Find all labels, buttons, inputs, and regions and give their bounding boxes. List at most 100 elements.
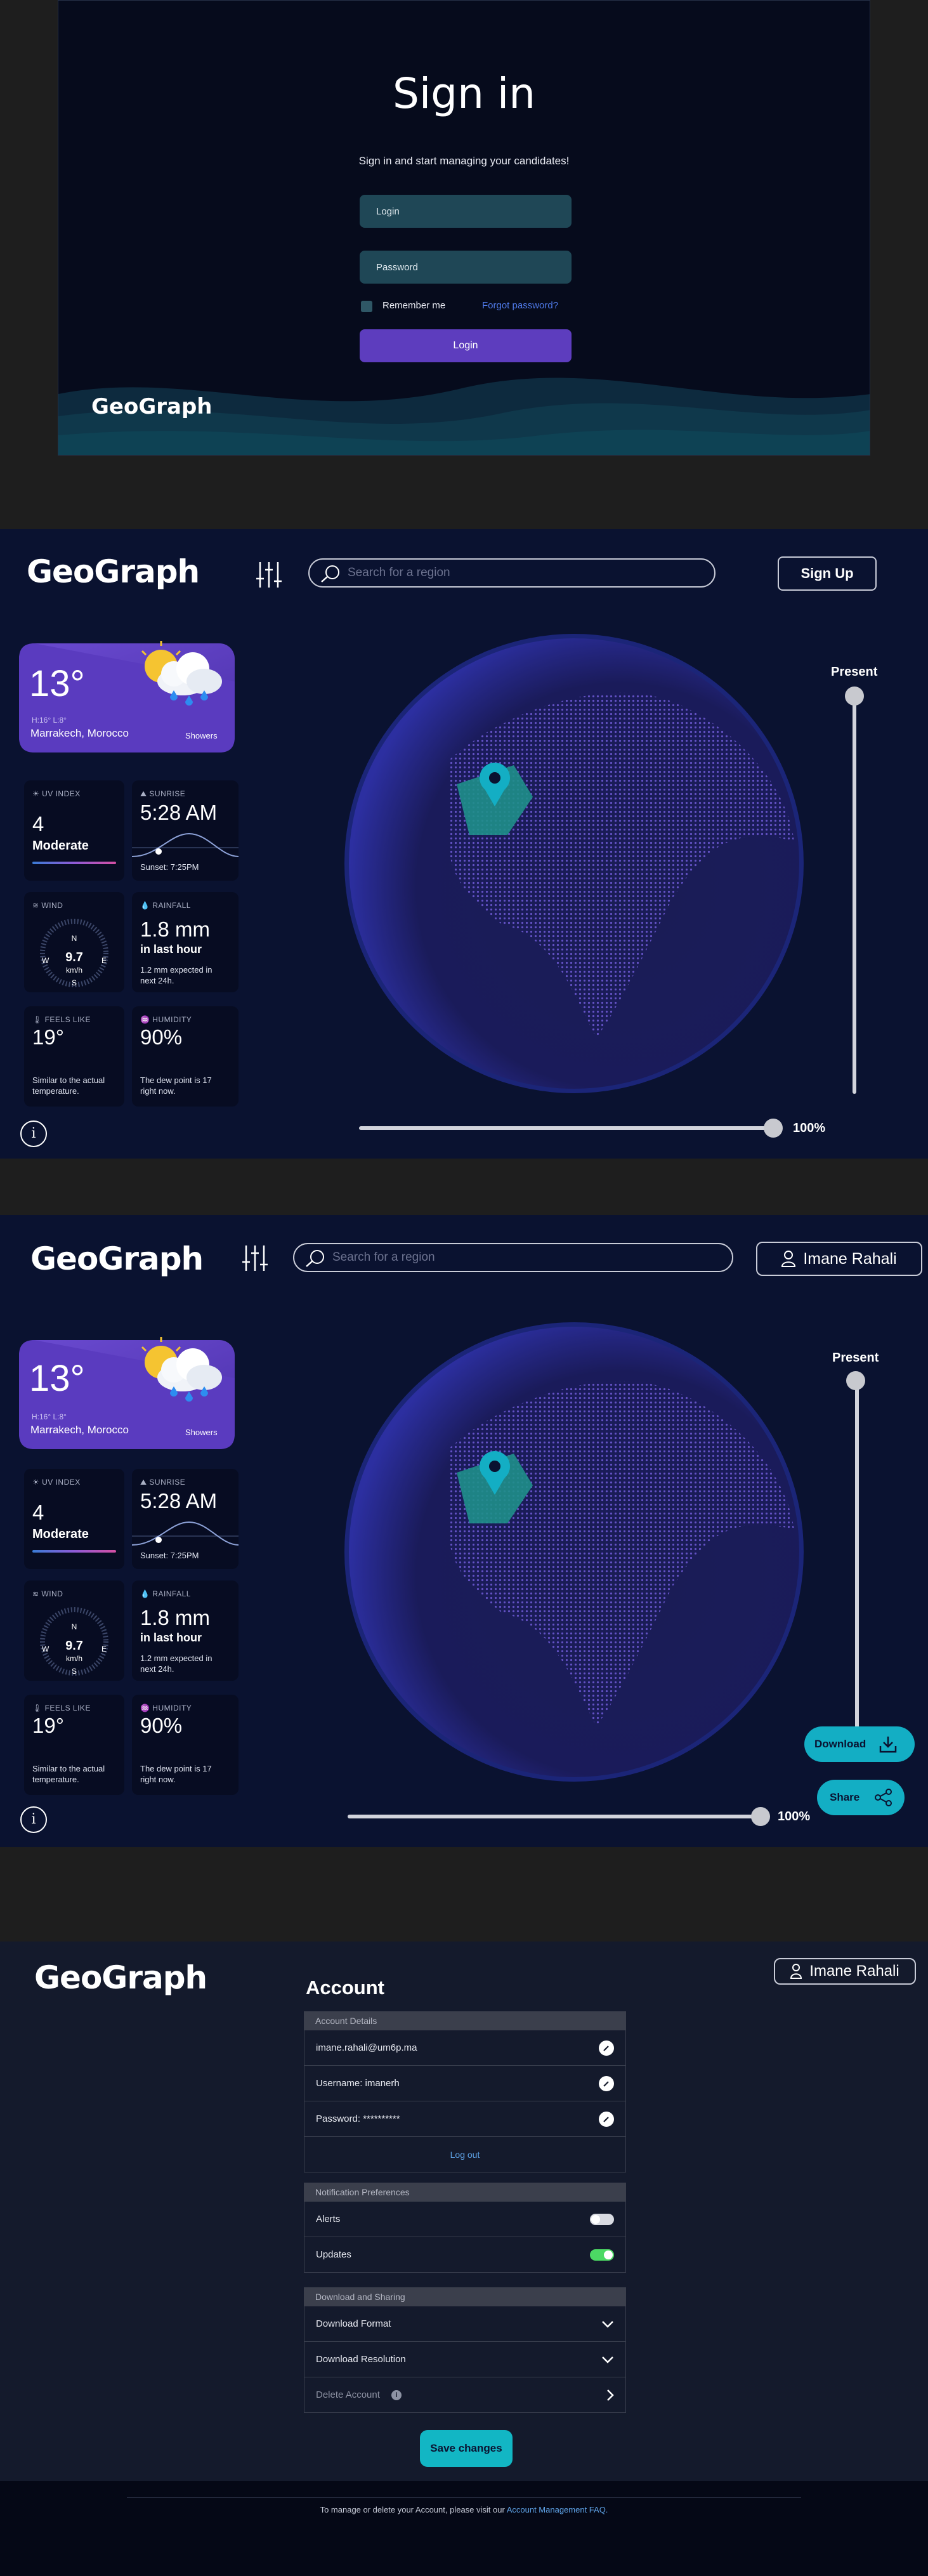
faq-link[interactable]: Account Management FAQ.: [507, 2505, 608, 2514]
signup-button[interactable]: Sign Up: [778, 556, 877, 591]
share-button[interactable]: Share: [817, 1780, 905, 1815]
weather-location: Marrakech, Morocco: [30, 1424, 129, 1436]
chevron-down-icon: [602, 2356, 613, 2363]
sunset-time: Sunset: 7:25PM: [140, 862, 199, 872]
info-icon[interactable]: i: [391, 2389, 402, 2400]
time-slider-knob[interactable]: [845, 687, 864, 706]
user-name: Imane Rahali: [803, 1249, 897, 1268]
humidity-value: 90%: [140, 1714, 183, 1737]
wind-speed: 9.7: [65, 950, 83, 964]
wind-unit: km/h: [65, 1654, 82, 1663]
edit-icon[interactable]: [599, 2111, 614, 2127]
weather-temp: 13°: [29, 663, 85, 704]
filter-icon[interactable]: [254, 560, 284, 590]
save-changes-button[interactable]: Save changes: [420, 2430, 513, 2467]
signin-subtitle: Sign in and start managing your candidat…: [358, 155, 570, 167]
user-menu-button[interactable]: Imane Rahali: [756, 1242, 922, 1276]
humidity-icon: ♒: [140, 1704, 153, 1712]
feels-like-label: 🌡 FEELS LIKE: [32, 1704, 91, 1712]
weather-condition: Showers: [185, 1428, 218, 1437]
search-icon: [321, 565, 339, 582]
email-value: imane.rahali@um6p.ma: [316, 2042, 417, 2053]
humidity-value: 90%: [140, 1025, 183, 1049]
logout-row: Log out: [304, 2137, 626, 2172]
signin-frame: Sign in Sign in and start managing your …: [58, 0, 870, 456]
rainfall-note: 1.2 mm expected in next 24h.: [140, 1653, 212, 1674]
search-input[interactable]: [332, 1251, 732, 1265]
rainfall-period: in last hour: [140, 1631, 202, 1644]
alerts-row: Alerts: [304, 2202, 626, 2237]
password-row: Password: **********: [304, 2101, 626, 2137]
user-icon: [790, 1964, 802, 1979]
sun-path-graph: [132, 832, 239, 857]
weather-temp: 13°: [29, 1358, 85, 1399]
rainfall-amount: 1.8 mm: [140, 1606, 211, 1629]
updates-row: Updates: [304, 2237, 626, 2273]
feels-like-tile: 🌡 FEELS LIKE 19° Similar to the actual t…: [24, 1006, 124, 1107]
feels-like-value: 19°: [32, 1714, 64, 1737]
remember-label: Remember me: [382, 300, 446, 311]
rainfall-note: 1.2 mm expected in next 24h.: [140, 965, 212, 985]
chevron-down-icon: [602, 2320, 613, 2328]
search-input[interactable]: [348, 566, 714, 580]
info-icon[interactable]: i: [20, 1806, 47, 1833]
time-slider[interactable]: [853, 694, 856, 1094]
download-sharing-panel: Download and Sharing Download Format Dow…: [304, 2287, 626, 2413]
globe[interactable]: [343, 632, 806, 1095]
humidity-tile: ♒ HUMIDITY 90% The dew point is 17 right…: [132, 1006, 239, 1107]
alerts-toggle[interactable]: [590, 2213, 614, 2225]
forgot-password-link[interactable]: Forgot password?: [482, 300, 558, 311]
remember-checkbox[interactable]: [361, 301, 372, 312]
delete-account-row[interactable]: Delete Account i: [304, 2377, 626, 2413]
search-bar[interactable]: [308, 558, 716, 588]
showers-icon: [141, 641, 222, 706]
wind-icon: ≋: [32, 1589, 42, 1598]
download-resolution-row[interactable]: Download Resolution: [304, 2342, 626, 2377]
edit-icon[interactable]: [599, 2075, 614, 2091]
zoom-slider[interactable]: [348, 1815, 762, 1818]
wind-tile: ≋ WIND N S W E 9.7 km/h: [24, 1580, 124, 1681]
password-field[interactable]: [360, 251, 572, 284]
download-button[interactable]: Download: [804, 1726, 915, 1762]
updates-toggle[interactable]: [590, 2249, 614, 2261]
sunrise-tile: ⛰ SUNRISE 5:28 AM Sunset: 7:25PM: [132, 1469, 239, 1569]
weather-hilo: H:16° L:8°: [32, 716, 67, 725]
sunrise-time: 5:28 AM: [140, 801, 218, 824]
humidity-note: The dew point is 17 right now.: [140, 1075, 212, 1096]
filter-icon[interactable]: [240, 1243, 270, 1273]
feels-like-value: 19°: [32, 1025, 64, 1049]
account-details-panel: Account Details imane.rahali@um6p.ma Use…: [304, 2011, 626, 2172]
uv-label: ☀ UV INDEX: [32, 789, 81, 798]
account-title: Account: [306, 1976, 384, 1999]
zoom-slider[interactable]: [359, 1126, 774, 1130]
download-sharing-header: Download and Sharing: [304, 2287, 626, 2306]
time-slider[interactable]: [855, 1379, 859, 1748]
rainfall-label: 💧 RAINFALL: [140, 901, 191, 910]
login-field[interactable]: [360, 195, 572, 228]
uv-level: Moderate: [32, 1527, 89, 1541]
download-resolution-label: Download Resolution: [316, 2354, 406, 2365]
login-button[interactable]: Login: [360, 329, 572, 362]
download-format-row[interactable]: Download Format: [304, 2306, 626, 2342]
user-menu-button[interactable]: Imane Rahali: [774, 1958, 916, 1985]
alerts-label: Alerts: [316, 2214, 341, 2224]
edit-icon[interactable]: [599, 2040, 614, 2056]
time-slider-knob[interactable]: [846, 1371, 865, 1390]
weather-hilo: H:16° L:8°: [32, 1412, 67, 1421]
zoom-slider-knob[interactable]: [764, 1119, 783, 1138]
globe[interactable]: [343, 1320, 806, 1784]
logout-link[interactable]: Log out: [450, 2150, 480, 2160]
footer-text: To manage or delete your Account, please…: [320, 2505, 608, 2514]
delete-account-label: Delete Account: [316, 2389, 380, 2400]
compass-south: S: [71, 978, 77, 987]
sunrise-label: ⛰ SUNRISE: [140, 789, 186, 798]
wind-label: ≋ WIND: [32, 901, 63, 910]
username-row: Username: imanerh: [304, 2066, 626, 2101]
brand-logo: GeoGraph: [27, 553, 200, 590]
rainfall-period: in last hour: [140, 943, 202, 956]
brand-logo: GeoGraph: [91, 394, 212, 419]
zoom-slider-knob[interactable]: [751, 1807, 770, 1826]
search-bar[interactable]: [293, 1243, 733, 1272]
wind-tile: ≋ WIND N S W E 9.7 km/h: [24, 892, 124, 992]
info-icon[interactable]: i: [20, 1120, 47, 1147]
